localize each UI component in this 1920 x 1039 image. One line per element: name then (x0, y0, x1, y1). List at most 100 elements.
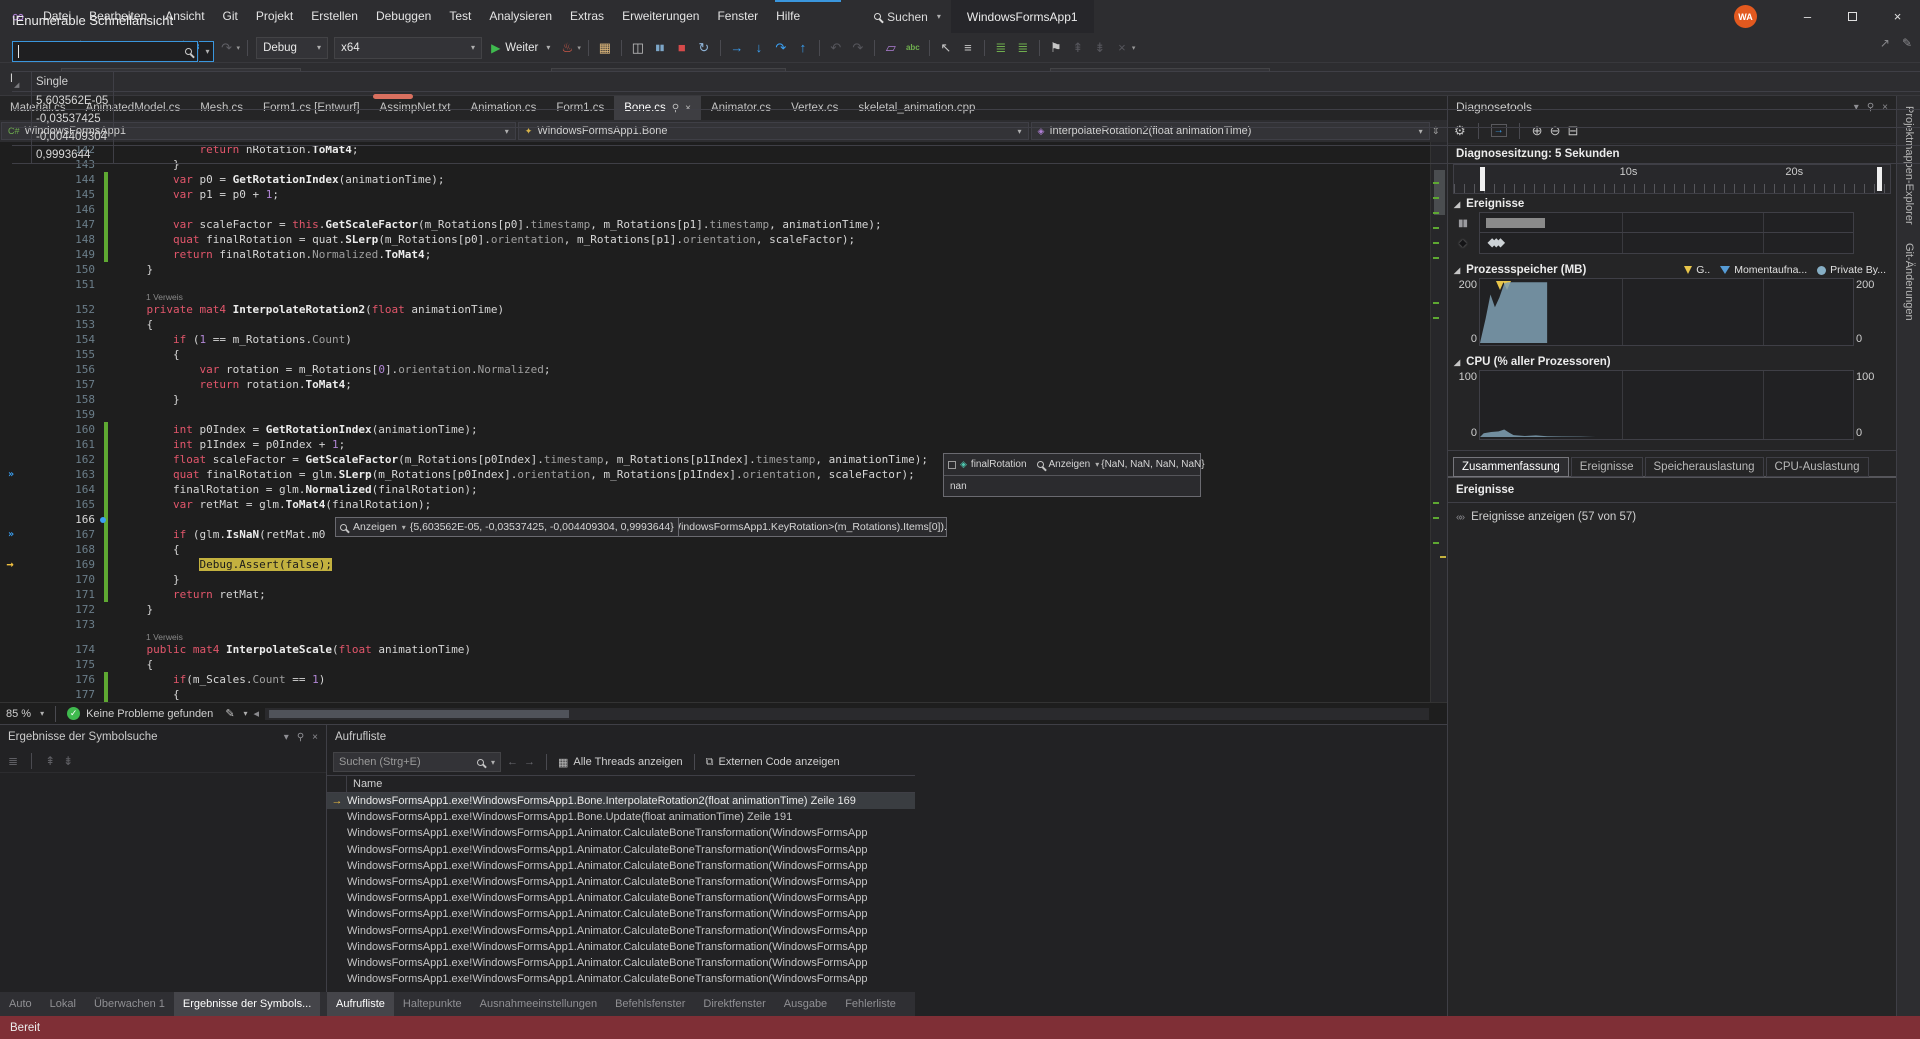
menu-analysieren[interactable]: Analysieren (480, 0, 561, 33)
stack-frame-row[interactable]: WindowsFormsApp1.exe!WindowsFormsApp1.An… (327, 858, 915, 874)
restore-button[interactable] (1830, 0, 1875, 33)
close-icon[interactable]: × (312, 732, 318, 743)
step-marker-icon[interactable]: » (0, 467, 20, 482)
quickview-search-input[interactable] (12, 41, 198, 62)
breakpoint-gutter[interactable] (0, 587, 20, 602)
bookmark-prev-icon[interactable]: ⇞ (1069, 37, 1087, 59)
stack-frame-row[interactable]: WindowsFormsApp1.exe!WindowsFormsApp1.An… (327, 939, 915, 955)
redo-dropdown[interactable]: ▾ (237, 44, 241, 52)
breakpoint-gutter[interactable] (0, 687, 20, 702)
expander-icon[interactable]: ◢ (1454, 200, 1460, 209)
nav-back-icon[interactable]: ← (507, 756, 518, 768)
nav-forward2-icon[interactable]: ↷ (849, 37, 867, 59)
tab-lokal[interactable]: Lokal (41, 992, 85, 1016)
restart-icon[interactable]: ↻ (695, 37, 713, 59)
code-outline-icon[interactable]: ≡ (959, 37, 977, 59)
quickview-row[interactable]: -0,03537425 (12, 110, 1920, 128)
chevron-down-icon[interactable]: ▾ (284, 732, 289, 743)
breakpoint-gutter[interactable] (0, 452, 20, 467)
breakpoint-gutter[interactable] (0, 422, 20, 437)
breakpoint-gutter[interactable] (0, 347, 20, 362)
tab--berwachen-1[interactable]: Überwachen 1 (85, 992, 174, 1016)
quickview-row[interactable]: 5,603562E-05 (12, 92, 1920, 110)
ipc-events-track[interactable]: ◆ ◆◆◆ (1479, 233, 1854, 254)
row-selector[interactable] (12, 128, 32, 145)
show-external-code-button[interactable]: ⧉ Externen Code anzeigen (706, 756, 840, 769)
memory-chart[interactable]: 200 0 200 0 (1479, 278, 1854, 346)
breakpoint-gutter[interactable] (0, 392, 20, 407)
indent-increase-icon[interactable]: ≣ (1014, 37, 1032, 59)
stack-frame-row[interactable]: WindowsFormsApp1.exe!WindowsFormsApp1.An… (327, 874, 915, 890)
stack-frame-row[interactable]: WindowsFormsApp1.exe!WindowsFormsApp1.An… (327, 825, 915, 841)
hot-reload-dropdown[interactable]: ▾ (577, 44, 581, 52)
code-cleanup-icon[interactable]: ✎ (225, 707, 234, 720)
tab-ausnahmeeinstellungen[interactable]: Ausnahmeeinstellungen (471, 992, 606, 1016)
row-selector[interactable] (12, 146, 32, 163)
breakpoint-gutter[interactable] (0, 172, 20, 187)
menu-test[interactable]: Test (440, 0, 480, 33)
tab-ergebnisse-der-symbols-[interactable]: Ergebnisse der Symbols... (174, 992, 320, 1016)
editor-horizontal-scrollbar[interactable] (265, 708, 1429, 720)
user-avatar[interactable]: WA (1734, 5, 1757, 28)
break-events-track[interactable]: ▮▮ (1479, 212, 1854, 233)
tab-direktfenster[interactable]: Direktfenster (694, 992, 774, 1016)
bookmark-clear-icon[interactable]: × (1113, 37, 1131, 59)
tab-haltepunkte[interactable]: Haltepunkte (394, 992, 471, 1016)
menu-fenster[interactable]: Fenster (708, 0, 767, 33)
breakpoint-gutter[interactable] (0, 497, 20, 512)
pause-icon[interactable]: ▮▮ (651, 37, 669, 59)
row-selector[interactable] (12, 110, 32, 127)
hot-reload-icon[interactable]: ♨ (558, 37, 576, 59)
step-marker-icon[interactable]: » (0, 527, 20, 542)
debug-target-icon[interactable]: ▦ (596, 37, 614, 59)
quickview-row[interactable]: -0,004409304 (12, 128, 1920, 146)
search-box[interactable]: Suchen ▾ (864, 5, 951, 29)
breakpoint-gutter[interactable] (0, 602, 20, 617)
continue-button[interactable]: ▶Weiter▾ (491, 41, 550, 55)
tab-fehlerliste[interactable]: Fehlerliste (836, 992, 905, 1016)
step-over-icon[interactable]: ↷ (772, 37, 790, 59)
menu-erweiterungen[interactable]: Erweiterungen (613, 0, 708, 33)
health-label[interactable]: Keine Probleme gefunden (86, 708, 213, 720)
zoom-select[interactable]: 85 % (6, 708, 31, 720)
single-column-header[interactable]: Single (32, 72, 114, 91)
datatip-value-box[interactable]: Anzeigen ▾ {5,603562E-05, -0,03537425, -… (335, 517, 679, 537)
nav-forward-icon[interactable]: → (524, 756, 535, 768)
next-result-icon[interactable]: ⇟ (63, 754, 73, 768)
breakpoint-gutter[interactable] (0, 187, 20, 202)
call-stack-search-input[interactable]: Suchen (Strg+E) ▾ (333, 752, 501, 772)
current-statement-arrow-icon[interactable]: → (0, 557, 20, 572)
quick-open-icon[interactable]: ↗ (1880, 36, 1890, 50)
tab-auto[interactable]: Auto (0, 992, 41, 1016)
breakpoint-gutter[interactable] (0, 512, 20, 527)
quickview-row[interactable]: 0,9993644 (12, 146, 1920, 164)
codelens-references[interactable]: 1 Verweis (146, 292, 183, 302)
timeline-start-marker[interactable] (1480, 167, 1485, 191)
step-into-icon[interactable]: ↓ (750, 37, 768, 59)
breakpoint-gutter[interactable] (0, 617, 20, 632)
diag-tab-ereignisse[interactable]: Ereignisse (1571, 457, 1643, 477)
breakpoint-gutter[interactable] (0, 572, 20, 587)
pin-icon[interactable]: ⚲ (297, 732, 304, 743)
datatip-checkbox[interactable] (948, 461, 956, 469)
expander-icon[interactable]: ◢ (1454, 266, 1460, 275)
side-tab-git-nderungen[interactable]: Git-Änderungen (1897, 243, 1915, 321)
breakpoint-gutter[interactable] (0, 332, 20, 347)
breakpoint-gutter[interactable] (0, 277, 20, 292)
stop-icon[interactable]: ■ (673, 37, 691, 59)
toolbar-overflow[interactable]: ▾ (1132, 44, 1136, 52)
breakpoint-gutter[interactable] (0, 202, 20, 217)
tab-aufrufliste[interactable]: Aufrufliste (327, 992, 394, 1016)
breakpoint-gutter[interactable] (0, 407, 20, 422)
select-all-corner[interactable]: ◢ (14, 81, 19, 89)
breakpoint-gutter[interactable] (0, 232, 20, 247)
pointer-mode-icon[interactable]: ↖ (937, 37, 955, 59)
editor-vertical-scrollbar[interactable] (1430, 142, 1447, 702)
breakpoint-gutter[interactable] (0, 542, 20, 557)
breakpoint-gutter[interactable] (0, 672, 20, 687)
platform-select[interactable]: x64▾ (334, 37, 482, 59)
indent-decrease-icon[interactable]: ≣ (992, 37, 1010, 59)
minimize-button[interactable]: – (1785, 0, 1830, 33)
stack-frame-row[interactable]: WindowsFormsApp1.exe!WindowsFormsApp1.An… (327, 955, 915, 971)
codelens-references[interactable]: 1 Verweis (146, 632, 183, 642)
